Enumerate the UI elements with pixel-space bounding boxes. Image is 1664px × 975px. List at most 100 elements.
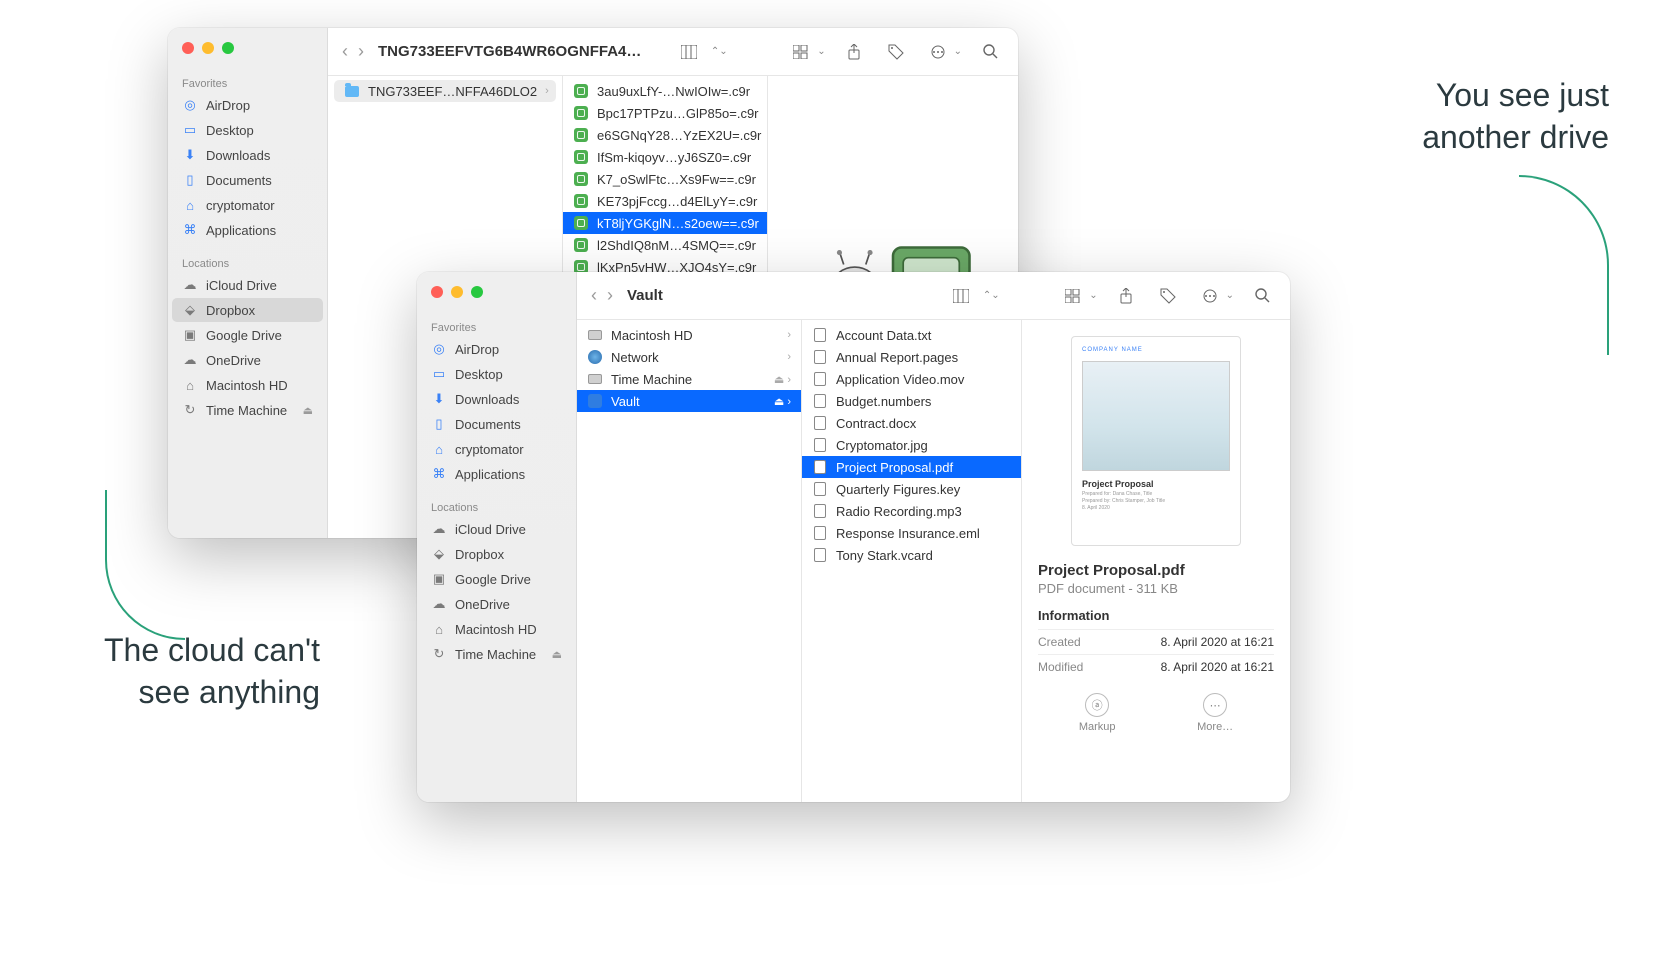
- sidebar-item-label: Google Drive: [455, 572, 531, 587]
- callout-text: see anything: [139, 674, 320, 710]
- file-icon: [587, 393, 603, 409]
- group-button[interactable]: [787, 38, 815, 66]
- applications-icon: ⌘: [431, 466, 447, 482]
- action-button[interactable]: [1196, 282, 1224, 310]
- sidebar-item-google-drive[interactable]: ▣Google Drive: [172, 323, 323, 347]
- zoom-button[interactable]: [471, 286, 483, 298]
- sidebar-item-label: Applications: [455, 467, 525, 482]
- view-dropdown-icon[interactable]: ⌃⌄: [977, 282, 1005, 310]
- file-row[interactable]: Project Proposal.pdf: [802, 456, 1021, 478]
- sidebar-item-google-drive[interactable]: ▣Google Drive: [421, 567, 572, 591]
- close-button[interactable]: [431, 286, 443, 298]
- file-row[interactable]: Account Data.txt: [802, 324, 1021, 346]
- location-row[interactable]: Time Machine⏏ ›: [577, 368, 801, 390]
- toolbar: ‹ › Vault ⌃⌄ ⌄: [577, 272, 1290, 320]
- more-button[interactable]: ⋯ More…: [1197, 693, 1233, 733]
- zoom-button[interactable]: [222, 42, 234, 54]
- sidebar-item-icloud-drive[interactable]: ☁iCloud Drive: [421, 517, 572, 541]
- file-row[interactable]: Response Insurance.eml: [802, 522, 1021, 544]
- location-row[interactable]: Network›: [577, 346, 801, 368]
- file-row[interactable]: Annual Report.pages: [802, 346, 1021, 368]
- search-button[interactable]: [976, 38, 1004, 66]
- file-row[interactable]: Radio Recording.mp3: [802, 500, 1021, 522]
- file-row[interactable]: Application Video.mov: [802, 368, 1021, 390]
- forward-button[interactable]: ›: [358, 41, 364, 62]
- chevron-down-icon[interactable]: ⌄: [1226, 290, 1234, 301]
- markup-button[interactable]: ⓐ Markup: [1079, 693, 1116, 733]
- sidebar-item-onedrive[interactable]: ☁ OneDrive: [172, 348, 323, 372]
- sidebar-item-time-machine[interactable]: ↻Time Machine⏏: [172, 398, 323, 422]
- encrypted-file-row[interactable]: kT8ljYGKglN…s2oew==.c9r: [563, 212, 767, 234]
- file-row[interactable]: Cryptomator.jpg: [802, 434, 1021, 456]
- window-title: TNG733EEFVTG6B4WR6OGNFFA4…: [378, 43, 641, 60]
- column-2: Account Data.txtAnnual Report.pagesAppli…: [802, 320, 1022, 802]
- sidebar-item-cryptomator[interactable]: ⌂cryptomator: [421, 437, 572, 461]
- info-row-modified: Modified 8. April 2020 at 16:21: [1038, 654, 1274, 679]
- back-button[interactable]: ‹: [342, 41, 348, 62]
- share-button[interactable]: [1112, 282, 1140, 310]
- sidebar-item-icloud-drive[interactable]: ☁iCloud Drive: [172, 273, 323, 297]
- sidebar-item-label: OneDrive: [206, 353, 261, 368]
- chevron-down-icon[interactable]: ⌄: [817, 46, 825, 57]
- sidebar-item-downloads[interactable]: ⬇Downloads: [421, 387, 572, 411]
- sidebar-item-dropbox[interactable]: ⬙Dropbox: [421, 542, 572, 566]
- encrypted-file-row[interactable]: IfSm-kiqoyv…yJ6SZ0=.c9r: [563, 146, 767, 168]
- encrypted-file-row[interactable]: Bpc17PTPzu…GlP85o=.c9r: [563, 102, 767, 124]
- sidebar-item-time-machine[interactable]: ↻Time Machine⏏: [421, 642, 572, 666]
- view-columns-button[interactable]: [675, 38, 703, 66]
- file-label: K7_oSwlFtc…Xs9Fw==.c9r: [597, 172, 756, 187]
- file-icon: [812, 525, 828, 541]
- sidebar-item-macintosh-hd[interactable]: ⌂Macintosh HD: [172, 373, 323, 397]
- folder-icon: ▣: [182, 327, 198, 343]
- sidebar-item-downloads[interactable]: ⬇Downloads: [172, 143, 323, 167]
- sidebar-item-documents[interactable]: ▯Documents: [172, 168, 323, 192]
- location-row[interactable]: Macintosh HD›: [577, 324, 801, 346]
- tags-button[interactable]: [1154, 282, 1182, 310]
- file-row[interactable]: Budget.numbers: [802, 390, 1021, 412]
- preview-doc-title: Project Proposal: [1082, 479, 1230, 489]
- eject-icon[interactable]: ⏏: [303, 404, 313, 417]
- location-row[interactable]: Vault⏏ ›: [577, 390, 801, 412]
- view-columns-button[interactable]: [947, 282, 975, 310]
- file-row[interactable]: Quarterly Figures.key: [802, 478, 1021, 500]
- cloud-icon: ☁: [182, 352, 198, 368]
- eject-icon[interactable]: ⏏: [552, 648, 562, 661]
- forward-button[interactable]: ›: [607, 285, 613, 306]
- sidebar-item-label: Macintosh HD: [206, 378, 288, 393]
- chevron-down-icon[interactable]: ⌄: [1089, 290, 1097, 301]
- minimize-button[interactable]: [202, 42, 214, 54]
- search-button[interactable]: [1248, 282, 1276, 310]
- callout-text: another drive: [1422, 119, 1609, 155]
- close-button[interactable]: [182, 42, 194, 54]
- action-button[interactable]: [924, 38, 952, 66]
- sidebar-item-cryptomator[interactable]: ⌂cryptomator: [172, 193, 323, 217]
- encrypted-file-row[interactable]: l2ShdIQ8nM…4SMQ==.c9r: [563, 234, 767, 256]
- tags-button[interactable]: [882, 38, 910, 66]
- sidebar-item-documents[interactable]: ▯Documents: [421, 412, 572, 436]
- file-row[interactable]: Contract.docx: [802, 412, 1021, 434]
- view-dropdown-icon[interactable]: ⌃⌄: [705, 38, 733, 66]
- group-button[interactable]: [1059, 282, 1087, 310]
- file-row[interactable]: Tony Stark.vcard: [802, 544, 1021, 566]
- sidebar-item-airdrop[interactable]: ◎AirDrop: [172, 93, 323, 117]
- sidebar-item-desktop[interactable]: ▭Desktop: [172, 118, 323, 142]
- folder-row[interactable]: TNG733EEF…NFFA46DLO2›: [334, 80, 556, 102]
- share-button[interactable]: [840, 38, 868, 66]
- encrypted-file-row[interactable]: e6SGNqY28…YzEX2U=.c9r: [563, 124, 767, 146]
- sidebar-item-airdrop[interactable]: ◎AirDrop: [421, 337, 572, 361]
- encrypted-file-row[interactable]: KE73pjFccg…d4ElLyY=.c9r: [563, 190, 767, 212]
- back-button[interactable]: ‹: [591, 285, 597, 306]
- chevron-down-icon[interactable]: ⌄: [954, 46, 962, 57]
- sidebar-item-applications[interactable]: ⌘ Applications: [421, 462, 572, 486]
- sidebar-item-applications[interactable]: ⌘Applications: [172, 218, 323, 242]
- sidebar-item-label: Dropbox: [206, 303, 255, 318]
- timemachine-icon: ↻: [182, 402, 198, 418]
- preview-info: Project Proposal.pdf PDF document - 311 …: [1038, 562, 1274, 733]
- sidebar-item-desktop[interactable]: ▭Desktop: [421, 362, 572, 386]
- minimize-button[interactable]: [451, 286, 463, 298]
- sidebar-item-dropbox[interactable]: ⬙Dropbox: [172, 298, 323, 322]
- sidebar-item-macintosh-hd[interactable]: ⌂Macintosh HD: [421, 617, 572, 641]
- encrypted-file-row[interactable]: K7_oSwlFtc…Xs9Fw==.c9r: [563, 168, 767, 190]
- encrypted-file-row[interactable]: 3au9uxLfY-…NwIOIw=.c9r: [563, 80, 767, 102]
- sidebar-item-onedrive[interactable]: ☁OneDrive: [421, 592, 572, 616]
